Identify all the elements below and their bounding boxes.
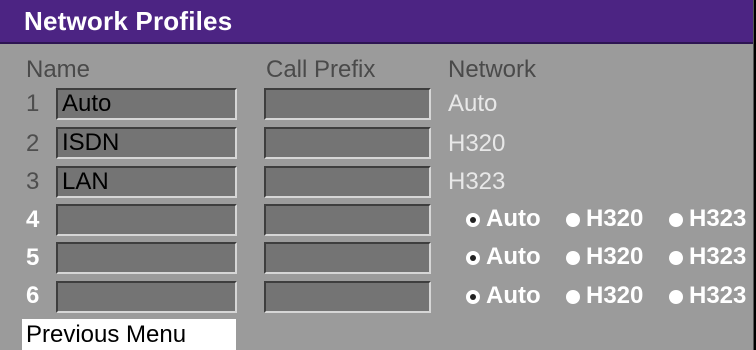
row-number: 4: [26, 206, 40, 233]
column-header-name: Name: [26, 56, 91, 83]
column-header-call-prefix: Call Prefix: [266, 56, 376, 83]
previous-menu-button[interactable]: Previous Menu: [22, 319, 236, 350]
call-prefix-field[interactable]: [264, 88, 431, 120]
radio-unselected-icon: [566, 213, 580, 227]
network-value: H323: [448, 168, 506, 195]
row-number: 1: [26, 90, 40, 117]
radio-selected-icon: [466, 290, 480, 304]
profile-name-field[interactable]: LAN: [56, 166, 237, 198]
column-header-network: Network: [448, 56, 537, 83]
row-number: 2: [26, 130, 40, 157]
call-prefix-field[interactable]: [264, 127, 431, 159]
title-bar: Network Profiles: [0, 0, 753, 44]
network-profiles-screen: Network Profiles Name Call Prefix Networ…: [0, 0, 754, 350]
radio-unselected-icon: [669, 290, 683, 304]
profile-name-field[interactable]: [56, 281, 237, 313]
call-prefix-field[interactable]: [264, 166, 431, 198]
row-number: 6: [26, 282, 40, 309]
profile-name-field[interactable]: ISDN: [56, 127, 237, 159]
radio-unselected-icon: [669, 251, 683, 265]
network-value: H320: [448, 130, 506, 157]
radio-unselected-icon: [566, 251, 580, 265]
row-number: 3: [26, 168, 40, 195]
call-prefix-field[interactable]: [264, 242, 431, 274]
call-prefix-field[interactable]: [264, 281, 431, 313]
profile-name-field[interactable]: Auto: [56, 88, 237, 120]
network-value: Auto: [448, 90, 498, 117]
row-number: 5: [26, 244, 40, 271]
profile-name-field[interactable]: [56, 242, 237, 274]
profile-name-field[interactable]: [56, 204, 237, 236]
radio-selected-icon: [466, 251, 480, 265]
radio-unselected-icon: [669, 213, 683, 227]
radio-unselected-icon: [566, 290, 580, 304]
page-title: Network Profiles: [24, 6, 233, 36]
call-prefix-field[interactable]: [264, 204, 431, 236]
radio-selected-icon: [466, 213, 480, 227]
